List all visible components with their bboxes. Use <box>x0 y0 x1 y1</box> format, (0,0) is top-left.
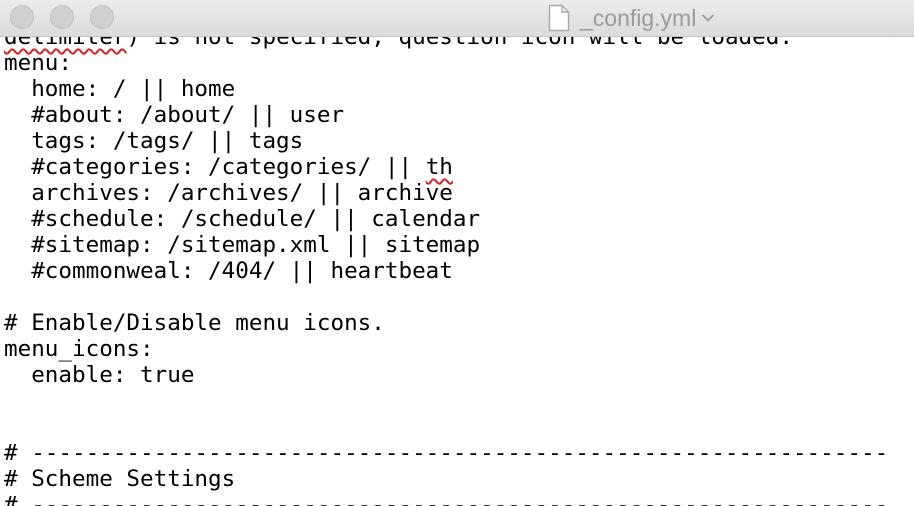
code-line[interactable]: #sitemap: /sitemap.xml || sitemap <box>4 232 480 258</box>
code-line[interactable]: # --------------------------------------… <box>4 440 888 466</box>
code-text: #commonweal: /404/ || heartbeat <box>4 258 453 284</box>
code-line[interactable]: # Enable/Disable menu icons. <box>4 310 385 336</box>
document-icon <box>548 4 570 32</box>
text-editor-area[interactable]: delimiter) is not specified, question ic… <box>0 0 914 506</box>
code-line[interactable]: #commonweal: /404/ || heartbeat <box>4 258 453 284</box>
code-text: # --------------------------------------… <box>4 492 889 506</box>
code-line[interactable]: #about: /about/ || user <box>4 102 344 128</box>
code-text: # Scheme Settings <box>4 466 236 492</box>
code-text: #categories: /categories/ || <box>4 154 426 180</box>
code-text: # --------------------------------------… <box>4 440 889 466</box>
close-window-button[interactable] <box>10 5 34 29</box>
code-text: menu: <box>4 50 73 76</box>
code-text: tags: /tags/ || tags <box>4 128 304 154</box>
text-editor-window: _config.yml delimiter) is not specified,… <box>0 0 914 506</box>
code-line[interactable]: # Scheme Settings <box>4 466 235 492</box>
code-line[interactable]: #schedule: /schedule/ || calendar <box>4 206 480 232</box>
code-line[interactable]: menu: <box>4 50 72 76</box>
code-text: enable: true <box>4 362 195 388</box>
code-line[interactable]: tags: /tags/ || tags <box>4 128 303 154</box>
chevron-down-icon[interactable] <box>701 13 715 23</box>
code-line[interactable]: enable: true <box>4 362 194 388</box>
code-text: home: / || home <box>4 76 236 102</box>
misspelled-word[interactable]: th <box>426 154 453 180</box>
code-text: # Enable/Disable menu icons. <box>4 310 385 336</box>
document-title-menu[interactable]: _config.yml <box>548 2 715 34</box>
code-line[interactable]: home: / || home <box>4 76 235 102</box>
code-text: menu_icons: <box>4 336 154 362</box>
minimize-window-button[interactable] <box>50 5 74 29</box>
code-line[interactable]: archives: /archives/ || archive <box>4 180 453 206</box>
document-title: _config.yml <box>580 4 697 31</box>
code-line[interactable]: # --------------------------------------… <box>4 492 888 506</box>
code-text: #schedule: /schedule/ || calendar <box>4 206 481 232</box>
code-text: #sitemap: /sitemap.xml || sitemap <box>4 232 481 258</box>
code-text: #about: /about/ || user <box>4 102 345 128</box>
code-line[interactable]: menu_icons: <box>4 336 154 362</box>
code-line[interactable]: #categories: /categories/ || th <box>4 154 453 180</box>
title-bar[interactable]: _config.yml <box>0 0 914 37</box>
zoom-window-button[interactable] <box>90 5 114 29</box>
code-text: archives: /archives/ || archive <box>4 180 453 206</box>
